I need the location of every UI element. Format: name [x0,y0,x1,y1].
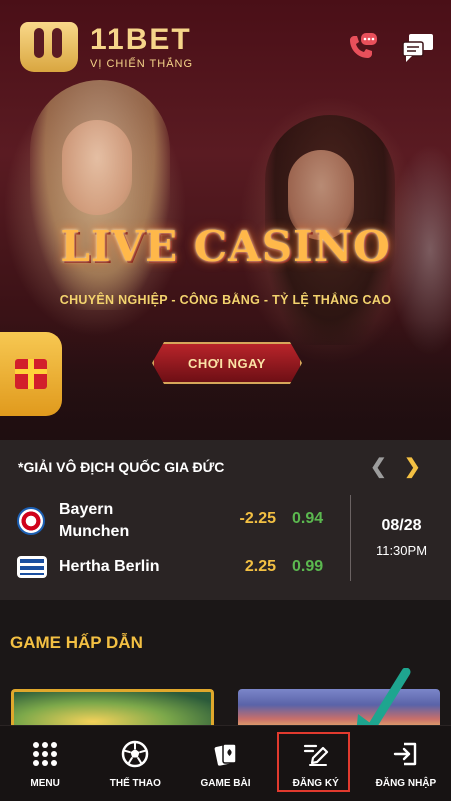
fist-logo-icon [20,22,78,72]
home-handicap[interactable]: -2.25 [226,510,276,528]
playing-cards-icon [214,743,237,766]
nav-menu[interactable]: MENU [0,726,90,801]
game-thumbnail[interactable] [11,689,214,729]
nav-card-games-label: GAME BÀI [200,778,251,789]
hero-banner[interactable]: 11BET VỊ CHIẾN THẮNG LIVE CASINO CHUYÊN … [0,0,451,440]
soccer-ball-icon [122,740,149,768]
login-icon [393,742,417,766]
play-now-button[interactable]: CHƠI NGAY [152,342,302,384]
nav-card-games[interactable]: GAME BÀI [180,726,270,801]
home-team-name: Bayern Munchen [59,499,129,543]
chevron-right-icon[interactable]: ❯ [404,454,421,479]
games-section-title: GAME HẤP DẪN [10,633,143,652]
nav-sports-label: THỂ THAO [109,778,161,789]
away-team-row[interactable]: Hertha Berlin [17,556,159,578]
brand-logo[interactable]: 11BET VỊ CHIẾN THẮNG [20,22,193,72]
banner-subtitle: CHUYÊN NGHIỆP - CÔNG BẰNG - TỶ LỆ THẮNG … [59,293,392,307]
divider [350,495,351,581]
gift-icon [15,359,47,389]
nav-login[interactable]: ĐĂNG NHẬP [361,726,451,801]
bayern-crest-icon [17,507,45,535]
chevron-left-icon[interactable]: ❮ [370,454,387,479]
away-handicap[interactable]: 2.25 [226,558,276,576]
bottom-navigation: MENU THỂ THAO GAME BÀI ĐĂNG KÝ ĐĂNG NHẬP [0,725,451,801]
featured-match-card[interactable]: *GIẢI VÔ ĐỊCH QUỐC GIA ĐỨC ❮ ❯ Bayern Mu… [0,440,451,600]
brand-tagline: VỊ CHIẾN THẮNG [90,57,194,70]
banner-title: LIVE CASINO [60,222,391,271]
grid-icon [33,742,58,766]
nav-login-label: ĐĂNG NHẬP [375,778,437,789]
hertha-crest-icon [17,556,47,578]
gift-promo-button[interactable] [0,332,62,416]
league-title: *GIẢI VÔ ĐỊCH QUỐC GIA ĐỨC [18,459,225,475]
phone-support-icon[interactable] [344,30,380,66]
match-date: 08/28 [381,517,422,534]
nav-sports[interactable]: THỂ THAO [90,726,180,801]
away-odds[interactable]: 0.99 [292,558,323,576]
home-team-name-line2: Munchen [59,523,130,540]
match-time: 11:30PM [375,543,428,558]
home-team-row[interactable]: Bayern Munchen [17,499,129,543]
nav-menu-label: MENU [30,778,60,789]
home-odds[interactable]: 0.94 [292,510,323,528]
away-team-name: Hertha Berlin [59,558,160,575]
model-left-face [62,120,132,215]
chat-icon[interactable] [400,30,436,66]
register-highlight-box [277,732,350,792]
brand-name: 11BET [90,22,192,56]
home-team-name-line1: Bayern [59,501,114,518]
